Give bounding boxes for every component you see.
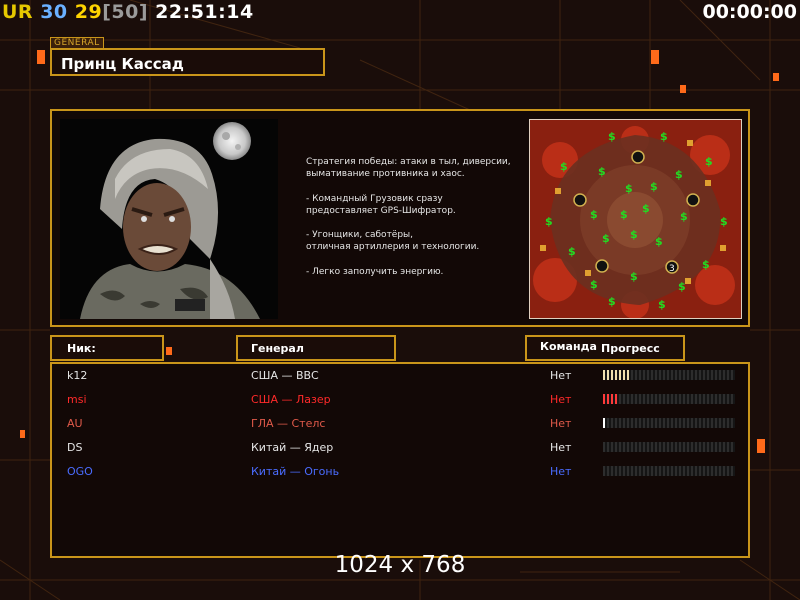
player-general: Китай — Огонь — [251, 465, 340, 478]
fps-limit: [50] — [102, 1, 149, 23]
general-header-label: Генерал — [251, 342, 304, 355]
svg-text:$: $ — [705, 155, 713, 168]
svg-text:$: $ — [660, 130, 668, 143]
decor-light — [166, 347, 172, 355]
general-column-header: Генерал — [236, 335, 396, 361]
player-progress-fill — [603, 418, 606, 428]
decor-light — [757, 439, 765, 453]
player-general: Китай — Ядер — [251, 441, 334, 454]
team-header-label: Команда — [540, 340, 597, 353]
nick-header-label: Ник: — [67, 342, 96, 355]
svg-text:$: $ — [625, 182, 633, 195]
svg-text:$: $ — [602, 232, 610, 245]
player-team: Нет — [550, 417, 572, 430]
svg-text:$: $ — [545, 215, 553, 228]
resolution-label: 1024 x 768 — [334, 552, 466, 578]
player-team: Нет — [550, 465, 572, 478]
player-progress-fill — [603, 370, 629, 380]
svg-text:$: $ — [680, 210, 688, 223]
strategy-description: Стратегия победы: атаки в тыл, диверсии,… — [306, 157, 511, 277]
team-progress-column-header: Команда Прогресс — [525, 335, 685, 361]
player-nick: OGO — [67, 465, 93, 478]
svg-text:$: $ — [675, 168, 683, 181]
svg-text:$: $ — [590, 208, 598, 221]
svg-text:$: $ — [608, 295, 616, 308]
player-general: ГЛА — Стелс — [251, 417, 326, 430]
general-info-panel: Стратегия победы: атаки в тыл, диверсии,… — [50, 109, 750, 327]
player-progress-bar — [603, 442, 735, 452]
minimap-icon[interactable]: 3 $ $ $ $ $ $ $ $ $ $ $ $ $ $ $ $ $ $ $ $ $ $ $ $ — [529, 119, 742, 319]
player-progress-bar — [603, 466, 735, 476]
player-nick: DS — [67, 441, 83, 454]
fps-value: 30 — [40, 1, 68, 23]
svg-text:$: $ — [642, 202, 650, 215]
svg-text:$: $ — [608, 130, 616, 143]
player-team: Нет — [550, 393, 572, 406]
fps-target-value: 29 — [74, 1, 103, 23]
svg-text:$: $ — [560, 160, 568, 173]
player-nick: msi — [67, 393, 87, 406]
player-progress-fill — [603, 394, 618, 404]
player-row: AU ГЛА — Стелс Нет — [52, 414, 748, 434]
player-row: OGO Китай — Огонь Нет — [52, 462, 748, 482]
svg-text:$: $ — [658, 298, 666, 311]
svg-text:$: $ — [590, 278, 598, 291]
player-list-panel: k12 США — ВВС Нет msi США — Лазер Нет AU ГЛА — … — [50, 362, 750, 558]
progress-header-label: Прогресс — [601, 342, 660, 355]
svg-text:$: $ — [720, 215, 728, 228]
player-nick: k12 — [67, 369, 88, 382]
general-name-box: Принц Кассад — [50, 48, 325, 76]
ur-label: UR — [2, 1, 34, 23]
svg-text:$: $ — [630, 270, 638, 283]
player-row: DS Китай — Ядер Нет — [52, 438, 748, 458]
svg-text:$: $ — [598, 165, 606, 178]
player-row: msi США — Лазер Нет — [52, 390, 748, 410]
svg-text:$: $ — [655, 235, 663, 248]
decor-light — [680, 85, 686, 93]
svg-text:$: $ — [650, 180, 658, 193]
svg-text:$: $ — [568, 245, 576, 258]
hud-fps-readout: UR 30 29[50] 22:51:14 — [2, 1, 254, 23]
svg-text:3: 3 — [669, 264, 675, 274]
system-time: 22:51:14 — [155, 1, 254, 23]
general-name: Принц Кассад — [61, 55, 184, 73]
decor-light — [37, 50, 45, 64]
player-general: США — Лазер — [251, 393, 331, 406]
decor-light — [773, 73, 779, 81]
nick-column-header: Ник: — [50, 335, 164, 361]
player-team: Нет — [550, 369, 572, 382]
player-row: k12 США — ВВС Нет — [52, 366, 748, 386]
game-timer: 00:00:00 — [702, 1, 797, 23]
player-progress-bar — [603, 394, 735, 404]
svg-text:$: $ — [620, 208, 628, 221]
svg-text:$: $ — [702, 258, 710, 271]
soldier-portrait-icon — [60, 119, 278, 319]
svg-text:$: $ — [678, 280, 686, 293]
decor-light — [20, 430, 25, 438]
player-nick: AU — [67, 417, 83, 430]
player-progress-bar — [603, 370, 735, 380]
svg-text:$: $ — [630, 228, 638, 241]
decor-light — [651, 50, 659, 64]
player-progress-bar — [603, 418, 735, 428]
player-team: Нет — [550, 441, 572, 454]
player-general: США — ВВС — [251, 369, 319, 382]
